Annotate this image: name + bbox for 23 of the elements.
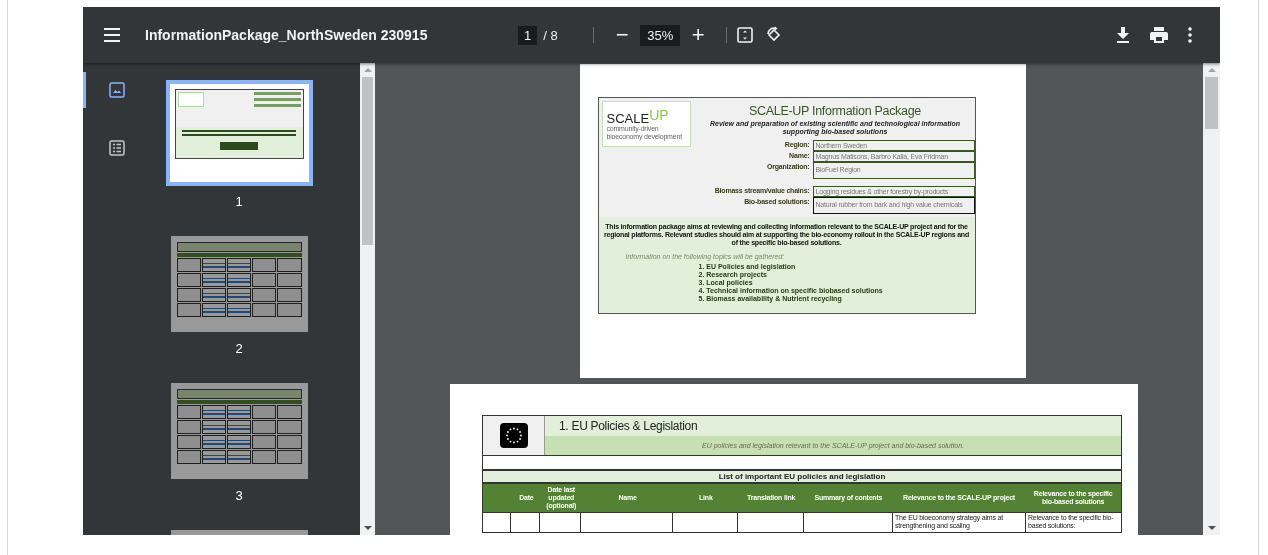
document-title: InformationPackage_NorthSweden 230915 (145, 27, 429, 43)
table-title: List of important EU policies and legislation (482, 470, 1122, 483)
fit-page-icon[interactable] (737, 27, 754, 43)
menu-icon[interactable] (103, 28, 121, 42)
zoom-in-button[interactable]: + (688, 22, 709, 48)
zoom-field[interactable]: 35% (640, 24, 681, 46)
page-thumbnail[interactable] (170, 236, 308, 332)
section-heading: 1. EU Policies & Legislation (545, 416, 1121, 436)
eu-flag-icon (499, 423, 528, 448)
print-icon[interactable] (1150, 27, 1168, 43)
more-options-icon[interactable] (1188, 27, 1192, 43)
page-number-field[interactable]: 1 (518, 25, 538, 45)
page-thumbnail[interactable] (170, 383, 308, 479)
page-thumbnail[interactable] (165, 80, 313, 186)
scrollbar[interactable] (360, 63, 375, 535)
download-icon[interactable] (1116, 27, 1130, 43)
page-number-label: 2 (235, 341, 243, 356)
page-count: / 8 (543, 27, 559, 43)
zoom-out-button[interactable]: − (612, 22, 633, 48)
scrollbar[interactable] (1203, 63, 1220, 535)
page-number-label: 3 (235, 488, 243, 503)
page-title: SCALE-UP Information Package (749, 104, 921, 118)
page-number-label: 1 (235, 194, 243, 209)
